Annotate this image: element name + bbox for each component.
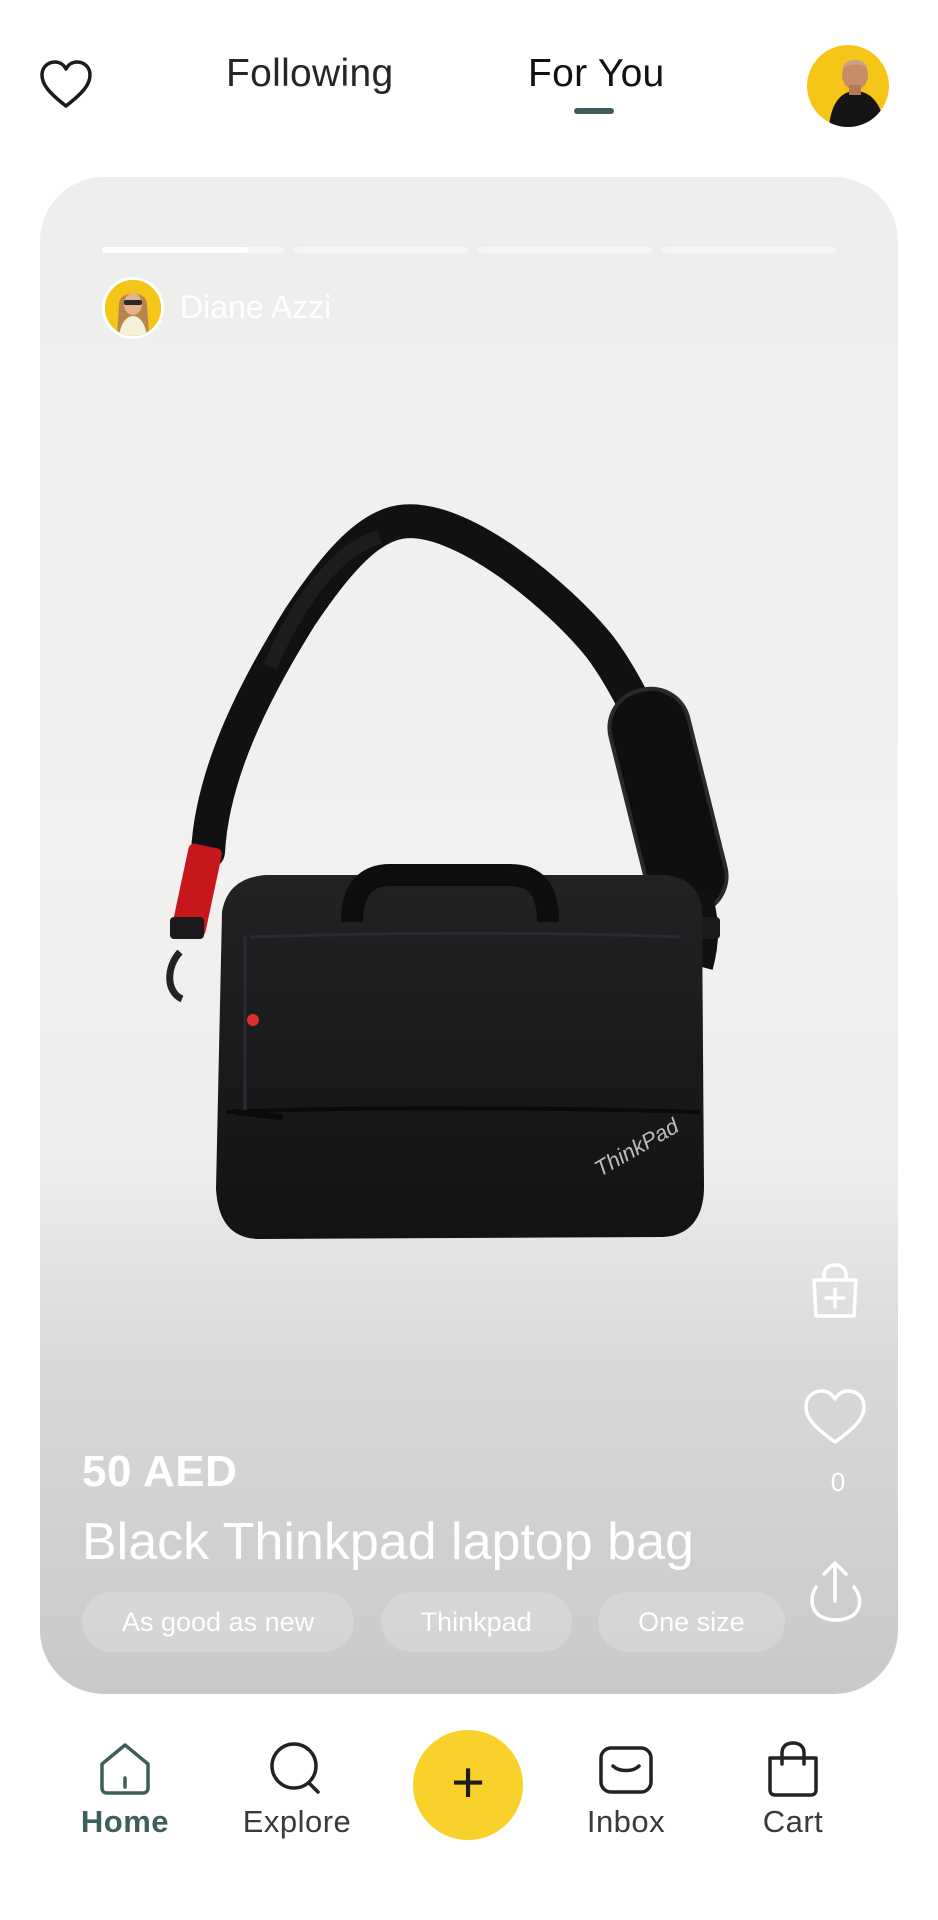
tab-following[interactable]: Following — [226, 52, 393, 96]
plus-icon: + — [451, 1750, 485, 1815]
story-progress-fill — [102, 247, 248, 253]
nav-cart[interactable]: Cart — [723, 1740, 863, 1840]
tag-chip-brand[interactable]: Thinkpad — [380, 1592, 572, 1652]
nav-home[interactable]: Home — [55, 1740, 195, 1840]
profile-avatar[interactable] — [807, 45, 889, 127]
create-listing-button[interactable]: + — [413, 1730, 523, 1840]
inbox-icon — [599, 1746, 653, 1794]
product-price: 50 AED — [82, 1447, 238, 1496]
product-card[interactable]: ThinkPad Diane Azzi 0 50 AED Black Think… — [40, 177, 898, 1694]
story-progress-segment — [294, 247, 468, 253]
product-title[interactable]: Black Thinkpad laptop bag — [82, 1512, 694, 1572]
story-progress-segment — [662, 247, 836, 253]
home-icon — [100, 1743, 150, 1795]
heart-icon[interactable] — [802, 1387, 868, 1447]
nav-explore[interactable]: Explore — [227, 1740, 367, 1840]
nav-inbox[interactable]: Inbox — [556, 1740, 696, 1840]
nav-label-inbox: Inbox — [586, 1804, 666, 1839]
like-count: 0 — [830, 1467, 846, 1497]
nav-label-home: Home — [80, 1804, 170, 1839]
tag-chip-size[interactable]: One size — [598, 1592, 785, 1652]
share-icon[interactable] — [802, 1557, 868, 1623]
seller-avatar[interactable] — [102, 277, 164, 339]
story-progress-segment — [478, 247, 652, 253]
heart-outline-icon[interactable] — [38, 58, 94, 110]
story-progress-segment — [102, 247, 284, 253]
shopping-bag-icon — [768, 1741, 818, 1797]
nav-label-explore: Explore — [242, 1804, 352, 1839]
tag-chip-condition[interactable]: As good as new — [82, 1592, 355, 1652]
active-tab-indicator — [574, 108, 614, 114]
nav-label-cart: Cart — [762, 1804, 824, 1839]
bottom-nav: Home Explore + Inbox Cart — [0, 1700, 938, 1920]
search-icon — [270, 1742, 320, 1794]
add-to-bag-icon[interactable] — [805, 1262, 865, 1322]
seller-name[interactable]: Diane Azzi — [180, 289, 331, 326]
top-bar: Following For You — [0, 0, 938, 160]
tag-list: As good as new Thinkpad One size — [82, 1592, 792, 1652]
tab-for-you[interactable]: For You — [528, 52, 665, 96]
